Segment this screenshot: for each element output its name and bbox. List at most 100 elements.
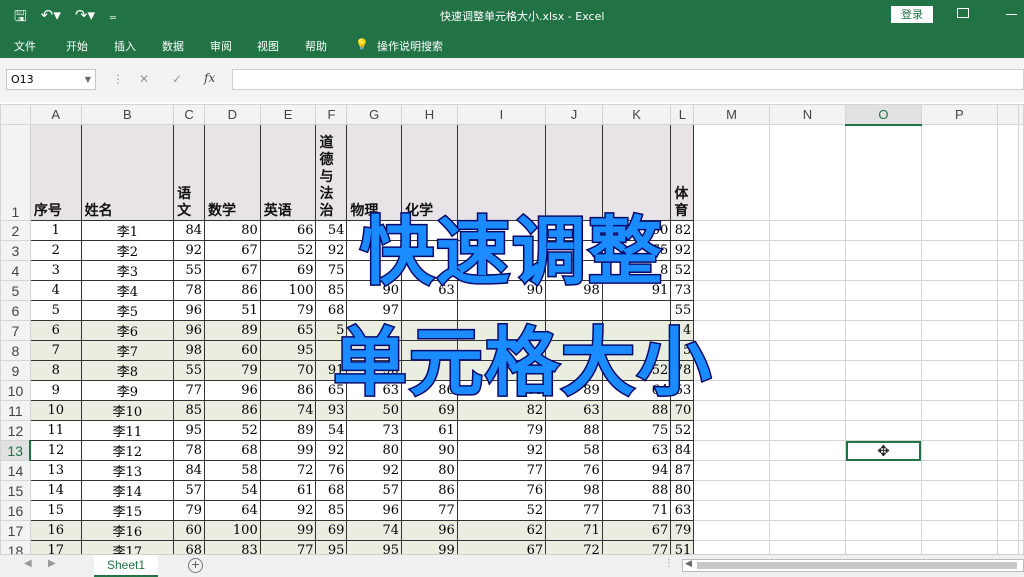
empty-cell[interactable] [768,360,847,381]
empty-cell[interactable] [997,280,1019,301]
empty-cell[interactable] [920,520,999,541]
empty-cell[interactable] [768,400,847,421]
tab-help[interactable]: 帮助 [305,38,327,54]
data-cell[interactable]: 李5 [80,300,175,321]
data-cell[interactable]: 86 [401,480,458,501]
data-cell[interactable]: 55 [173,260,205,281]
data-cell[interactable]: 3 [29,260,82,281]
column-header-C[interactable]: C [173,104,205,125]
data-cell[interactable]: 96 [346,500,403,521]
data-cell[interactable]: 83 [203,540,261,554]
data-cell[interactable]: 60 [203,340,261,361]
data-cell[interactable]: 76 [315,460,348,481]
row-header[interactable]: 3 [0,240,31,261]
data-cell[interactable]: 李6 [80,320,175,341]
data-cell[interactable]: 68 [315,480,348,501]
empty-cell[interactable] [1018,340,1024,361]
empty-cell[interactable] [693,500,770,521]
data-cell[interactable]: 64 [203,500,261,521]
tab-home[interactable]: 开始 [66,38,88,54]
empty-cell[interactable] [768,280,847,301]
header-cell[interactable]: 数学 [203,124,261,221]
empty-cell[interactable] [768,480,847,501]
data-cell[interactable]: 14 [29,480,82,501]
data-cell[interactable]: 80 [203,220,261,241]
data-cell[interactable]: 77 [545,500,603,521]
empty-cell[interactable] [845,520,922,541]
data-cell[interactable]: 80 [670,480,695,501]
row-header[interactable]: 18 [0,540,31,554]
empty-cell[interactable] [997,380,1019,401]
data-cell[interactable]: 李8 [80,360,175,381]
data-cell[interactable]: 92 [315,240,348,261]
save-icon[interactable]: 🖫 [14,6,27,31]
data-cell[interactable]: 5 [29,300,82,321]
empty-cell[interactable] [920,440,999,461]
data-cell[interactable]: 57 [346,480,403,501]
column-header-N[interactable]: N [768,104,847,125]
empty-cell[interactable] [1018,280,1024,301]
empty-cell[interactable] [1018,240,1024,261]
empty-cell[interactable] [920,500,999,521]
column-header-E[interactable]: E [259,104,317,125]
empty-cell[interactable] [920,420,999,441]
column-header-O[interactable]: O [845,104,922,126]
column-header-I[interactable]: I [456,104,547,125]
row-header[interactable]: 12 [0,420,31,441]
data-cell[interactable]: 100 [203,520,261,541]
empty-cell[interactable] [845,240,922,261]
login-button[interactable]: 登录 [891,6,933,23]
data-cell[interactable]: 54 [315,420,348,441]
empty-cell[interactable] [997,300,1019,321]
data-cell[interactable]: 11 [29,420,82,441]
data-cell[interactable]: 54 [315,220,348,241]
empty-cell[interactable] [997,400,1019,421]
empty-cell[interactable] [1018,300,1024,321]
empty-cell[interactable] [845,360,922,381]
data-cell[interactable]: 52 [259,240,317,261]
scrollbar-thumb[interactable] [697,562,1017,569]
empty-cell[interactable] [768,500,847,521]
empty-cell[interactable] [1018,380,1024,401]
empty-cell[interactable] [997,460,1019,481]
empty-cell[interactable] [845,500,922,521]
data-cell[interactable]: 73 [670,280,695,301]
data-cell[interactable]: 92 [315,440,348,461]
tab-review[interactable]: 审阅 [210,38,232,54]
empty-cell[interactable] [768,240,847,261]
row-header[interactable]: 11 [0,400,31,421]
data-cell[interactable]: 67 [456,540,547,554]
empty-cell[interactable] [768,460,847,481]
data-cell[interactable]: 李11 [80,420,175,441]
data-cell[interactable]: 73 [346,420,403,441]
data-cell[interactable]: 96 [173,300,205,321]
data-cell[interactable]: 10 [29,400,82,421]
data-cell[interactable]: 李16 [80,520,175,541]
empty-cell[interactable] [1018,320,1024,341]
data-cell[interactable]: 84 [670,440,695,461]
empty-cell[interactable] [997,124,1019,221]
empty-cell[interactable] [768,540,847,554]
empty-cell[interactable] [920,300,999,321]
empty-cell[interactable] [997,320,1019,341]
data-cell[interactable]: 79 [173,500,205,521]
data-cell[interactable]: 69 [259,260,317,281]
data-cell[interactable]: 58 [203,460,261,481]
column-header-extra[interactable] [1018,104,1024,125]
empty-cell[interactable] [768,440,847,461]
empty-cell[interactable] [693,460,770,481]
data-cell[interactable]: 77 [401,500,458,521]
empty-cell[interactable] [1018,360,1024,381]
empty-cell[interactable] [845,260,922,281]
empty-cell[interactable] [693,540,770,554]
column-header-K[interactable]: K [601,104,672,125]
empty-cell[interactable] [768,520,847,541]
data-cell[interactable]: 57 [173,480,205,501]
empty-cell[interactable] [845,540,922,554]
row-header[interactable]: 4 [0,260,31,281]
data-cell[interactable]: 86 [203,280,261,301]
empty-cell[interactable] [693,280,770,301]
data-cell[interactable]: 65 [259,320,317,341]
data-cell[interactable]: 69 [315,520,348,541]
sheet-tab-sheet1[interactable]: Sheet1 [94,555,158,577]
